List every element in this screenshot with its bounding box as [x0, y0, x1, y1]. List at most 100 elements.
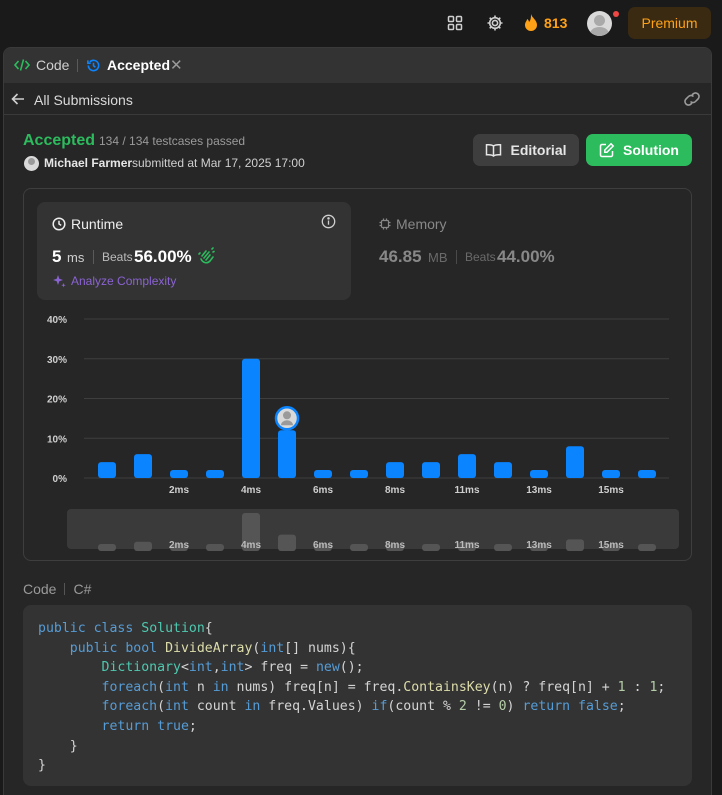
chart-x-tick-label: 8ms — [385, 485, 405, 496]
memory-value: 46.85 — [379, 247, 422, 266]
tab-divider — [77, 59, 78, 72]
gear-icon[interactable] — [485, 13, 505, 33]
close-icon[interactable]: ✕ — [170, 56, 183, 74]
chart-range-bar — [206, 544, 224, 551]
chart-bar — [458, 454, 476, 478]
grid-icon[interactable] — [445, 13, 465, 33]
memory-title[interactable]: Memory — [379, 216, 447, 232]
chart-range-bar — [566, 539, 584, 551]
code-line: } — [38, 758, 46, 774]
solution-button[interactable]: Solution — [586, 134, 692, 166]
edit-icon — [599, 142, 615, 158]
chart-bar — [242, 358, 260, 478]
chart-range-bar — [422, 544, 440, 551]
code-line: } — [38, 738, 78, 754]
runtime-title: Runtime — [52, 216, 123, 232]
chart-range-tick-label: 13ms — [526, 540, 552, 551]
runtime-card[interactable]: Runtime 5 ms Beats 56.00% Analyze Comple… — [37, 202, 351, 300]
history-icon — [87, 59, 100, 71]
chart-range-bar — [134, 541, 152, 551]
chart-bar — [638, 470, 656, 478]
chart-y-tick-label: 10% — [47, 434, 67, 445]
runtime-title-text: Runtime — [71, 216, 124, 232]
chart-bar — [530, 470, 548, 478]
notification-dot — [613, 11, 619, 17]
tab-bar: Code Accepted ✕ — [4, 48, 711, 83]
premium-button[interactable]: Premium — [628, 7, 711, 39]
code-block[interactable]: public class Solution{ public bool Divid… — [23, 605, 692, 786]
submitted-at: submitted at Mar 17, 2025 17:00 — [132, 156, 305, 170]
analyze-complexity-link[interactable]: Analyze Complexity — [52, 274, 176, 288]
code-section-header: Code C# — [23, 581, 91, 597]
sparkle-icon — [53, 275, 66, 288]
chart-range-bar — [638, 544, 656, 551]
chart-bar — [170, 470, 188, 478]
tab-code[interactable]: Code — [14, 57, 69, 73]
chart-y-tick-label: 40% — [47, 315, 67, 326]
testcases-summary: 134 / 134 testcases passed — [99, 134, 246, 148]
memory-unit: MB — [428, 250, 448, 265]
book-icon — [486, 143, 502, 157]
runtime-beats-value: 56.00% — [134, 247, 192, 266]
analyze-complexity-label: Analyze Complexity — [71, 274, 177, 288]
chart-bar — [134, 454, 152, 478]
chart-range-tick-label: 4ms — [241, 540, 261, 551]
chart-bar — [278, 430, 296, 478]
tab-code-label: Code — [36, 57, 70, 73]
chart-bar — [98, 462, 116, 478]
runtime-unit: ms — [67, 250, 85, 265]
chart-x-tick-label: 4ms — [241, 485, 261, 496]
editorial-label: Editorial — [510, 142, 567, 158]
back-arrow-icon[interactable] — [11, 92, 25, 111]
runtime-beats-label: Beats — [102, 250, 133, 264]
chart-bar — [386, 462, 404, 478]
code-line: Dictionary<int,int> freq = new(); — [101, 660, 364, 676]
code-line: foreach(int count in freq.Values) if(cou… — [101, 699, 626, 715]
code-section-label: Code — [23, 581, 57, 597]
chart-range-bar — [350, 544, 368, 551]
editorial-button[interactable]: Editorial — [473, 134, 579, 166]
memory-divider — [456, 250, 457, 264]
code-line: public class Solution{ — [38, 621, 213, 636]
chart-y-tick-label: 0% — [53, 474, 68, 485]
solution-label: Solution — [623, 142, 679, 158]
chart-bar — [314, 470, 332, 478]
user-avatar[interactable] — [587, 11, 612, 36]
chart-x-tick-label: 2ms — [169, 485, 189, 496]
link-icon[interactable] — [683, 91, 701, 112]
chart-bar — [494, 462, 512, 478]
marker-avatar-head — [283, 411, 291, 420]
runtime-value: 5 — [52, 247, 62, 266]
code-line: return true; — [101, 718, 197, 734]
chart-range-selector — [67, 509, 679, 549]
chart-x-tick-label: 15ms — [598, 485, 624, 496]
clapping-hands-icon — [197, 247, 215, 270]
chart-x-tick-label: 13ms — [526, 485, 552, 496]
chart-range-tick-label: 15ms — [598, 540, 624, 551]
chart-range-bar — [98, 544, 116, 551]
stats-box: Runtime 5 ms Beats 56.00% Analyze Comple… — [23, 188, 692, 561]
chart-bar — [206, 470, 224, 478]
all-submissions-link[interactable]: All Submissions — [34, 92, 133, 108]
code-line: foreach(int n in nums) freq[n] = freq.Co… — [101, 679, 666, 695]
chart-x-tick-label: 11ms — [454, 485, 479, 496]
chart-range-tick-label: 11ms — [454, 540, 479, 551]
chart-y-tick-label: 20% — [47, 395, 67, 406]
chart-bar — [602, 470, 620, 478]
chart-y-tick-label: 30% — [47, 355, 67, 366]
submission-subbar: All Submissions — [4, 83, 711, 115]
code-language: C# — [73, 581, 92, 597]
chart-x-tick-label: 6ms — [313, 485, 333, 496]
code-line: public bool DivideArray(int[] nums){ — [69, 640, 356, 656]
memory-beats-value: 44.00% — [497, 247, 555, 266]
chart-range-tick-label: 8ms — [385, 540, 405, 551]
info-icon[interactable] — [321, 214, 336, 234]
chart-range-tick-label: 6ms — [313, 540, 333, 551]
tab-accepted[interactable]: Accepted — [86, 57, 170, 73]
streak-count: 813 — [544, 15, 568, 31]
submitter-name[interactable]: Michael Farmer — [44, 156, 132, 170]
top-bar: 813 Premium — [0, 0, 722, 46]
streak-counter[interactable]: 813 — [524, 12, 567, 34]
chip-icon — [379, 218, 391, 230]
code-section-divider — [64, 583, 66, 595]
